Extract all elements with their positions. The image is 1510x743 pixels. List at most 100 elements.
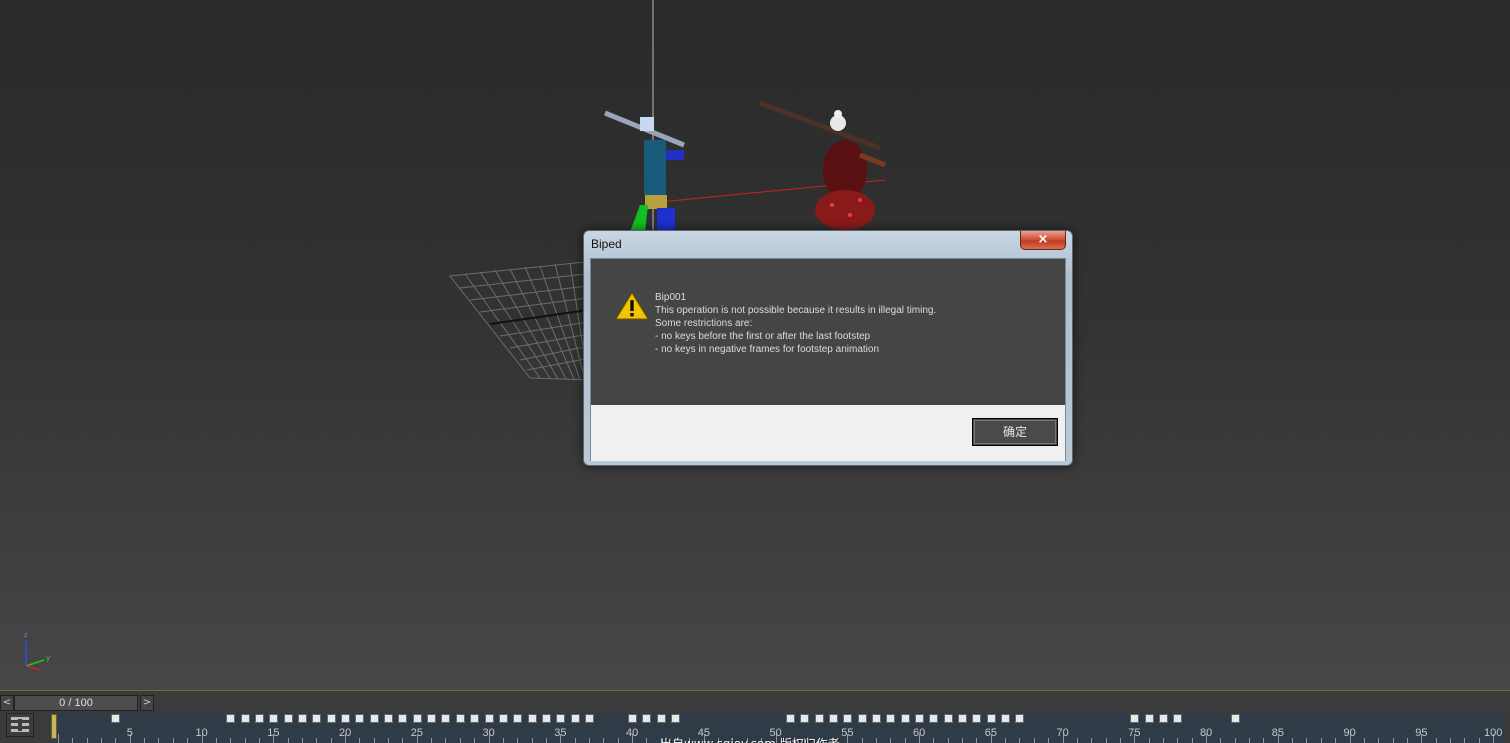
keyframe[interactable] bbox=[929, 714, 939, 723]
keyframe[interactable] bbox=[828, 714, 838, 723]
keyframe[interactable] bbox=[527, 714, 537, 723]
character-model bbox=[759, 100, 886, 230]
tick-mark bbox=[459, 738, 461, 743]
tick-label: 100 bbox=[1484, 727, 1503, 739]
keyframe[interactable] bbox=[240, 714, 250, 723]
tick-label: 35 bbox=[554, 727, 567, 739]
keyframe[interactable] bbox=[972, 714, 982, 723]
keyframe[interactable] bbox=[111, 714, 121, 723]
keyframe[interactable] bbox=[427, 714, 437, 723]
tick-mark bbox=[1220, 738, 1222, 743]
keyframe[interactable] bbox=[1001, 714, 1011, 723]
current-frame-marker[interactable] bbox=[51, 714, 57, 739]
keyframe[interactable] bbox=[556, 714, 566, 723]
tick-mark bbox=[115, 738, 117, 743]
tick-label: 55 bbox=[841, 727, 854, 739]
tick-mark bbox=[976, 738, 978, 743]
keyframe[interactable] bbox=[814, 714, 824, 723]
keyframe[interactable] bbox=[1015, 714, 1025, 723]
keyframe[interactable] bbox=[1173, 714, 1183, 723]
keyframe[interactable] bbox=[384, 714, 394, 723]
tick-mark bbox=[187, 738, 189, 743]
keyframe[interactable] bbox=[312, 714, 322, 723]
keyframe[interactable] bbox=[412, 714, 422, 723]
tick-mark bbox=[1091, 738, 1093, 743]
tick-mark bbox=[287, 738, 289, 743]
button-area: 确定 bbox=[591, 405, 1065, 461]
keyframe[interactable] bbox=[857, 714, 867, 723]
keyframe[interactable] bbox=[513, 714, 523, 723]
prev-frame-button[interactable]: < bbox=[0, 695, 14, 711]
keyframe[interactable] bbox=[269, 714, 279, 723]
tick-mark bbox=[1162, 738, 1164, 743]
keyframe[interactable] bbox=[900, 714, 910, 723]
keyframe[interactable] bbox=[1230, 714, 1240, 723]
tick-mark bbox=[431, 738, 433, 743]
tick-mark bbox=[1478, 738, 1480, 743]
tick-mark bbox=[574, 738, 576, 743]
keyframe[interactable] bbox=[341, 714, 350, 723]
tick-mark bbox=[947, 738, 949, 743]
keyframe[interactable] bbox=[986, 714, 996, 723]
keyframe[interactable] bbox=[886, 714, 896, 723]
message-line: This operation is not possible because i… bbox=[655, 305, 937, 316]
tick-mark bbox=[1249, 738, 1251, 743]
keyframe[interactable] bbox=[671, 714, 681, 723]
dialog-title: Biped bbox=[591, 237, 622, 251]
keyframe[interactable] bbox=[226, 714, 236, 723]
tick-mark bbox=[603, 738, 605, 743]
warning-icon bbox=[615, 292, 649, 320]
keyframe[interactable] bbox=[470, 714, 480, 723]
time-slider-thumb[interactable]: 0 / 100 bbox=[14, 695, 138, 711]
tick-mark bbox=[1392, 738, 1394, 743]
keyframe[interactable] bbox=[498, 714, 508, 723]
biped-dialog: Biped × Bip001 This operation is not pos… bbox=[583, 230, 1073, 466]
keyframe[interactable] bbox=[1130, 714, 1140, 723]
tick-mark bbox=[1105, 738, 1107, 743]
keyframe[interactable] bbox=[455, 714, 465, 723]
keyframe[interactable] bbox=[871, 714, 881, 723]
keyframe[interactable] bbox=[283, 714, 293, 723]
tick-mark bbox=[1148, 738, 1150, 743]
keyframe[interactable] bbox=[355, 714, 365, 723]
dialog-titlebar[interactable]: Biped × bbox=[584, 231, 1072, 257]
message-text: Bip001 This operation is not possible be… bbox=[655, 291, 936, 356]
tick-mark bbox=[1234, 738, 1236, 743]
tick-mark bbox=[1320, 738, 1322, 743]
keyframe[interactable] bbox=[800, 714, 810, 723]
keyframe[interactable] bbox=[628, 714, 637, 723]
svg-text:z: z bbox=[24, 631, 28, 639]
keyframe[interactable] bbox=[656, 714, 666, 723]
keyframe[interactable] bbox=[254, 714, 264, 723]
message-line: Bip001 bbox=[655, 292, 687, 303]
keyframe[interactable] bbox=[484, 714, 494, 723]
tick-mark bbox=[1033, 738, 1035, 743]
keyframe[interactable] bbox=[369, 714, 379, 723]
tick-mark bbox=[388, 738, 390, 743]
keyframe[interactable] bbox=[915, 714, 924, 723]
message-area: Bip001 This operation is not possible be… bbox=[591, 259, 1065, 405]
keyframe[interactable] bbox=[843, 714, 853, 723]
keyframe[interactable] bbox=[642, 714, 652, 723]
keyframe[interactable] bbox=[441, 714, 451, 723]
keyframe[interactable] bbox=[541, 714, 551, 723]
keyframe[interactable] bbox=[943, 714, 953, 723]
curve-editor-button[interactable] bbox=[6, 713, 34, 737]
time-slider: < 0 / 100 > bbox=[0, 693, 1510, 711]
keyframe[interactable] bbox=[398, 714, 408, 723]
keyframe[interactable] bbox=[1158, 714, 1168, 723]
keyframe[interactable] bbox=[570, 714, 580, 723]
keyframe[interactable] bbox=[584, 714, 594, 723]
close-button[interactable]: × bbox=[1020, 231, 1066, 250]
next-frame-button[interactable]: > bbox=[140, 695, 154, 711]
tick-mark bbox=[172, 738, 174, 743]
keyframe[interactable] bbox=[297, 714, 307, 723]
keyframe[interactable] bbox=[326, 714, 336, 723]
keyframe[interactable] bbox=[1144, 714, 1154, 723]
keyframe[interactable] bbox=[785, 714, 795, 723]
keyframe[interactable] bbox=[958, 714, 968, 723]
tick-label: 85 bbox=[1271, 727, 1284, 739]
ok-button[interactable]: 确定 bbox=[972, 418, 1058, 446]
tick-mark bbox=[1363, 738, 1365, 743]
tick-mark bbox=[1005, 738, 1007, 743]
